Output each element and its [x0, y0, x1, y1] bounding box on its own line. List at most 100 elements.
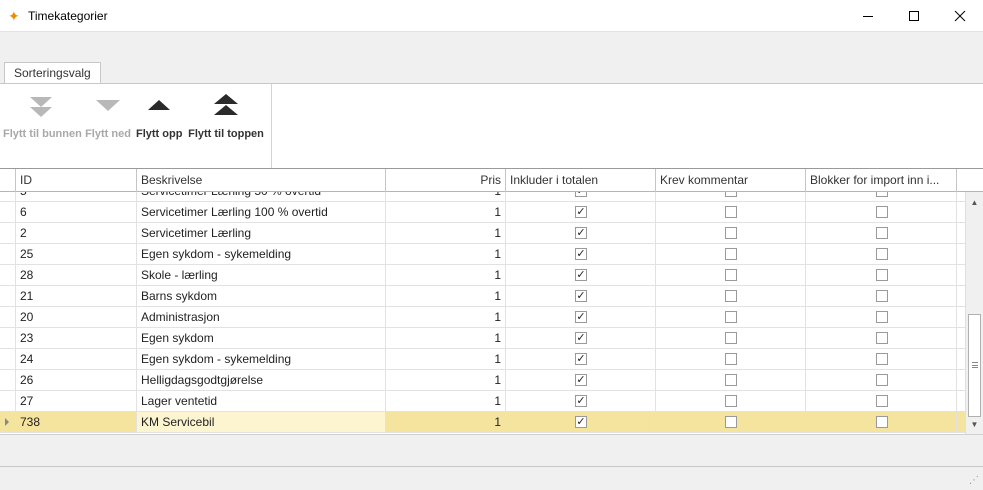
cell-block-import[interactable] [806, 223, 957, 243]
maximize-button[interactable] [891, 0, 937, 31]
table-row[interactable]: 2 Servicetimer Lærling 1 ✓ [0, 223, 965, 244]
cell-description[interactable]: Barns sykdom [137, 286, 386, 306]
cell-block-import[interactable] [806, 192, 957, 201]
checkbox[interactable] [725, 311, 737, 323]
cell-price[interactable]: 1 [386, 265, 506, 285]
cell-price[interactable]: 1 [386, 370, 506, 390]
cell-require-comment[interactable] [656, 328, 806, 348]
move-to-bottom-button[interactable]: Flytt til bunnen [3, 90, 82, 150]
cell-id[interactable]: 23 [16, 328, 137, 348]
checkbox[interactable]: ✓ [575, 192, 587, 197]
cell-include-total[interactable]: ✓ [506, 412, 656, 432]
checkbox[interactable]: ✓ [575, 206, 587, 218]
table-row[interactable]: 6 Servicetimer Lærling 100 % overtid 1 ✓ [0, 202, 965, 223]
cell-id[interactable]: 20 [16, 307, 137, 327]
row-indicator[interactable] [0, 192, 16, 201]
cell-id[interactable]: 5 [16, 192, 137, 201]
move-to-top-button[interactable]: Flytt til toppen [187, 90, 265, 150]
cell-price[interactable]: 1 [386, 349, 506, 369]
row-indicator[interactable] [0, 412, 16, 432]
scroll-down-arrow-icon[interactable]: ▼ [966, 416, 983, 433]
cell-description[interactable]: Egen sykdom - sykemelding [137, 349, 386, 369]
row-indicator[interactable] [0, 244, 16, 264]
checkbox[interactable] [725, 332, 737, 344]
cell-description[interactable]: Servicetimer Lærling 50 % overtid [137, 192, 386, 201]
checkbox[interactable]: ✓ [575, 374, 587, 386]
cell-include-total[interactable]: ✓ [506, 244, 656, 264]
checkbox[interactable]: ✓ [575, 311, 587, 323]
cell-description[interactable]: Egen sykdom [137, 328, 386, 348]
cell-block-import[interactable] [806, 202, 957, 222]
cell-description[interactable]: Helligdagsgodtgjørelse [137, 370, 386, 390]
checkbox[interactable] [725, 206, 737, 218]
cell-block-import[interactable] [806, 391, 957, 411]
checkbox[interactable] [725, 374, 737, 386]
row-indicator[interactable] [0, 391, 16, 411]
row-indicator[interactable] [0, 223, 16, 243]
cell-description[interactable]: Egen sykdom - sykemelding [137, 244, 386, 264]
vertical-scrollbar[interactable]: ▲ ▼ [965, 192, 983, 434]
cell-id[interactable]: 25 [16, 244, 137, 264]
row-indicator[interactable] [0, 328, 16, 348]
checkbox[interactable]: ✓ [575, 269, 587, 281]
cell-id[interactable]: 21 [16, 286, 137, 306]
cell-description[interactable]: Servicetimer Lærling 100 % overtid [137, 202, 386, 222]
row-indicator[interactable] [0, 265, 16, 285]
cell-include-total[interactable]: ✓ [506, 349, 656, 369]
checkbox[interactable]: ✓ [575, 290, 587, 302]
cell-require-comment[interactable] [656, 223, 806, 243]
scroll-up-arrow-icon[interactable]: ▲ [966, 194, 983, 211]
cell-description[interactable]: Skole - lærling [137, 265, 386, 285]
checkbox[interactable] [725, 290, 737, 302]
cell-block-import[interactable] [806, 328, 957, 348]
cell-description[interactable]: KM Servicebil [137, 412, 386, 432]
move-down-button[interactable]: Flytt ned [85, 90, 131, 150]
cell-require-comment[interactable] [656, 307, 806, 327]
cell-id[interactable]: 26 [16, 370, 137, 390]
row-indicator[interactable] [0, 286, 16, 306]
cell-id[interactable]: 2 [16, 223, 137, 243]
close-button[interactable] [937, 0, 983, 31]
row-indicator[interactable] [0, 370, 16, 390]
cell-price[interactable]: 1 [386, 412, 506, 432]
checkbox[interactable]: ✓ [575, 353, 587, 365]
checkbox[interactable] [725, 395, 737, 407]
checkbox[interactable] [875, 374, 888, 386]
checkbox[interactable]: ✓ [575, 332, 587, 344]
cell-id[interactable]: 6 [16, 202, 137, 222]
table-row[interactable]: 26 Helligdagsgodtgjørelse 1 ✓ [0, 370, 965, 391]
cell-include-total[interactable]: ✓ [506, 391, 656, 411]
cell-require-comment[interactable] [656, 412, 806, 432]
tab-sorteringsvalg[interactable]: Sorteringsvalg [4, 62, 101, 84]
cell-id[interactable]: 24 [16, 349, 137, 369]
cell-block-import[interactable] [806, 370, 957, 390]
checkbox[interactable]: ✓ [575, 395, 587, 407]
checkbox[interactable] [725, 192, 737, 197]
cell-id[interactable]: 738 [16, 412, 137, 432]
row-indicator[interactable] [0, 307, 16, 327]
checkbox[interactable] [725, 353, 737, 365]
table-row[interactable]: 27 Lager ventetid 1 ✓ [0, 391, 965, 412]
cell-price[interactable]: 1 [386, 244, 506, 264]
cell-block-import[interactable] [806, 286, 957, 306]
cell-require-comment[interactable] [656, 244, 806, 264]
row-indicator[interactable] [0, 202, 16, 222]
cell-id[interactable]: 28 [16, 265, 137, 285]
checkbox[interactable] [875, 206, 888, 218]
cell-price[interactable]: 1 [386, 286, 506, 306]
cell-block-import[interactable] [806, 244, 957, 264]
column-header-require-comment[interactable]: Krev kommentar [656, 169, 806, 192]
checkbox[interactable] [875, 248, 888, 260]
checkbox[interactable] [875, 416, 888, 428]
cell-price[interactable]: 1 [386, 192, 506, 201]
cell-require-comment[interactable] [656, 349, 806, 369]
cell-require-comment[interactable] [656, 192, 806, 201]
cell-include-total[interactable]: ✓ [506, 370, 656, 390]
table-row[interactable]: 5 Servicetimer Lærling 50 % overtid 1 ✓ [0, 192, 965, 202]
cell-include-total[interactable]: ✓ [506, 307, 656, 327]
cell-include-total[interactable]: ✓ [506, 223, 656, 243]
cell-description[interactable]: Administrasjon [137, 307, 386, 327]
cell-require-comment[interactable] [656, 265, 806, 285]
table-row[interactable]: 21 Barns sykdom 1 ✓ [0, 286, 965, 307]
table-row[interactable]: 23 Egen sykdom 1 ✓ [0, 328, 965, 349]
